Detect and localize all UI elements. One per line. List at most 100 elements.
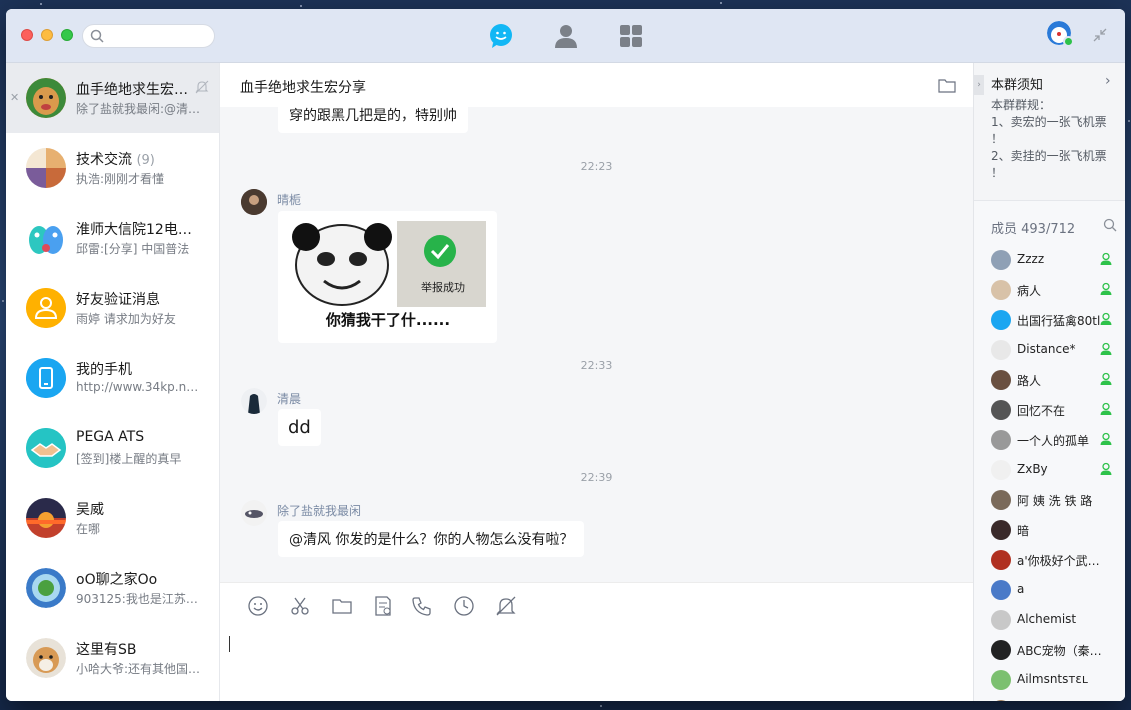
- avatar: [991, 580, 1011, 600]
- member-name: Distance*: [1017, 342, 1076, 356]
- member-name: Zzzz: [1017, 252, 1045, 266]
- scissors-icon[interactable]: [289, 595, 311, 617]
- conversation-name: 这里有SB: [76, 642, 137, 658]
- conversation-item[interactable]: 吴威 在哪: [6, 483, 219, 553]
- member-item[interactable]: 回忆不在: [974, 395, 1125, 425]
- member-count: 成员 493/712: [991, 222, 1076, 237]
- conversation-preview: 903125:我也是江苏南京的: [76, 592, 204, 606]
- avatar: [26, 78, 66, 118]
- search-input[interactable]: [82, 24, 215, 48]
- conversation-item[interactable]: 好友验证消息 雨婷 请求加为好友: [6, 273, 219, 343]
- conversation-item[interactable]: 淮师大信院12电子信息工程 邱雷:[分享] 中国普法: [6, 203, 219, 273]
- emoji-icon[interactable]: [247, 595, 269, 617]
- message-input[interactable]: [220, 628, 973, 701]
- conversation-preview: 除了盐就我最闲:@清风 你发的是什么？你的人物怎么没有啦？: [76, 102, 204, 116]
- avatar: [26, 498, 66, 538]
- message-timestamp: 22:23: [580, 160, 613, 173]
- phone-icon[interactable]: [411, 595, 433, 617]
- contacts-icon[interactable]: [553, 23, 579, 49]
- avatar: [991, 430, 1011, 450]
- message-bubble: 穿的跟黑几把是的，特别帅: [278, 107, 468, 133]
- avatar: [991, 550, 1011, 570]
- member-item[interactable]: 阿 姨 洗 铁 路: [974, 485, 1125, 515]
- sticker-message[interactable]: 举报成功 你猜我干了什......: [278, 211, 497, 343]
- collapse-panel-button[interactable]: ›: [974, 75, 984, 95]
- sticker-caption: 你猜我干了什......: [325, 311, 451, 329]
- group-notice-body: 本群群规： 1、卖宏的一张飞机票 ！ 2、卖挂的一张飞机票 ！: [991, 97, 1119, 182]
- text-cursor: [229, 636, 230, 652]
- member-item[interactable]: Distance*: [974, 335, 1125, 365]
- member-item[interactable]: 病人: [974, 275, 1125, 305]
- search-icon[interactable]: [1103, 218, 1117, 232]
- clock-icon[interactable]: [453, 595, 475, 617]
- document-icon[interactable]: [372, 595, 394, 617]
- conversation-preview: 在哪: [76, 522, 101, 536]
- group-notice-title[interactable]: 本群须知: [991, 74, 1043, 93]
- member-item[interactable]: 路人: [974, 365, 1125, 395]
- member-name: 出国行猛禽80tl: [1017, 314, 1101, 328]
- conversation-item[interactable]: 我的手机 http://www.34kp.net/E...: [6, 343, 219, 413]
- admin-badge-icon: [1100, 372, 1112, 385]
- member-name: 阿 姨 洗 铁 路: [1017, 494, 1093, 508]
- conversation-item[interactable]: oO聊之家Oo 903125:我也是江苏南京的: [6, 553, 219, 623]
- conversation-preview: 小哈大爷:还有其他国家的吗: [76, 662, 204, 676]
- zoom-window-button[interactable]: [61, 29, 73, 41]
- close-window-button[interactable]: [21, 29, 33, 41]
- member-item[interactable]: a'你极好个武艺ń: [974, 545, 1125, 575]
- member-item[interactable]: Zzzz: [974, 245, 1125, 275]
- member-name: a'你极好个武艺ń: [1017, 554, 1107, 568]
- minimize-window-button[interactable]: [41, 29, 53, 41]
- shrink-window-icon[interactable]: [1093, 28, 1107, 42]
- conversation-item[interactable]: ✕ 血手绝地求生宏分享 除了盐就我最闲:@清风 你发的是什么？你的人物怎么没有啦…: [6, 63, 219, 133]
- conversation-name: 技术交流 (9): [76, 152, 155, 168]
- avatar: [991, 250, 1011, 270]
- conversation-preview: 邱雷:[分享] 中国普法: [76, 242, 190, 256]
- member-item[interactable]: 一个人的孤单: [974, 425, 1125, 455]
- message-timestamp: 22:33: [580, 359, 613, 372]
- chevron-right-icon[interactable]: ›: [1105, 73, 1111, 89]
- conversation-item[interactable]: PEGA ATS [签到]楼上醒的真早: [6, 413, 219, 483]
- conversation-name: 吴威: [76, 502, 104, 518]
- conversation-item[interactable]: 这里有SB 小哈大爷:还有其他国家的吗: [6, 623, 219, 693]
- avatar: [991, 460, 1011, 480]
- avatar: [991, 370, 1011, 390]
- avatar: [991, 340, 1011, 360]
- titlebar: [6, 9, 1125, 63]
- member-item[interactable]: ZxBy: [974, 455, 1125, 485]
- conversation-preview: 雨婷 请求加为好友: [76, 312, 176, 326]
- member-name: Ailmsntsтɛʟ: [1017, 672, 1088, 686]
- member-item[interactable]: 暗: [974, 515, 1125, 545]
- sticker-image: 举报成功 你猜我干了什......: [290, 221, 486, 331]
- member-item[interactable]: 出国行猛禽80tl: [974, 305, 1125, 335]
- phone-device-icon: [26, 358, 66, 398]
- member-item[interactable]: a: [974, 575, 1125, 605]
- conversation-item[interactable]: 技术交流 (9) 执浩:刚刚才看懂: [6, 133, 219, 203]
- admin-badge-icon: [1100, 282, 1112, 295]
- chat-bubble-icon[interactable]: [488, 23, 514, 49]
- avatar: [991, 280, 1011, 300]
- admin-badge-icon: [1100, 402, 1112, 415]
- avatar[interactable]: [241, 500, 267, 526]
- member-item[interactable]: Alan: [974, 695, 1125, 701]
- close-icon[interactable]: ✕: [10, 91, 19, 104]
- chat-header: 血手绝地求生宏分享: [220, 63, 973, 107]
- sender-name: 清晨: [277, 392, 302, 406]
- member-item[interactable]: Alchemist: [974, 605, 1125, 635]
- avatar: [991, 700, 1011, 701]
- bell-off-icon[interactable]: [495, 595, 517, 617]
- avatar: [991, 490, 1011, 510]
- avatar[interactable]: [241, 189, 267, 215]
- group-files-icon[interactable]: [938, 78, 956, 93]
- conversation-name: oO聊之家Oo: [76, 572, 158, 588]
- message-timestamp: 22:39: [580, 471, 613, 484]
- member-item[interactable]: ABC宠物（秦淮区）: [974, 635, 1125, 665]
- conversation-name: 淮师大信院12电子信息工程: [76, 222, 194, 238]
- member-item[interactable]: Ailmsntsтɛʟ: [974, 665, 1125, 695]
- avatar[interactable]: [241, 388, 267, 414]
- qq-window: ✕ 血手绝地求生宏分享 除了盐就我最闲:@清风 你发的是什么？你的人物怎么没有啦…: [6, 9, 1125, 701]
- apps-grid-icon[interactable]: [618, 23, 644, 49]
- folder-icon[interactable]: [331, 595, 353, 617]
- conversation-name: 血手绝地求生宏分享: [76, 82, 194, 98]
- member-name: 回忆不在: [1017, 404, 1066, 418]
- member-name: a: [1017, 582, 1025, 596]
